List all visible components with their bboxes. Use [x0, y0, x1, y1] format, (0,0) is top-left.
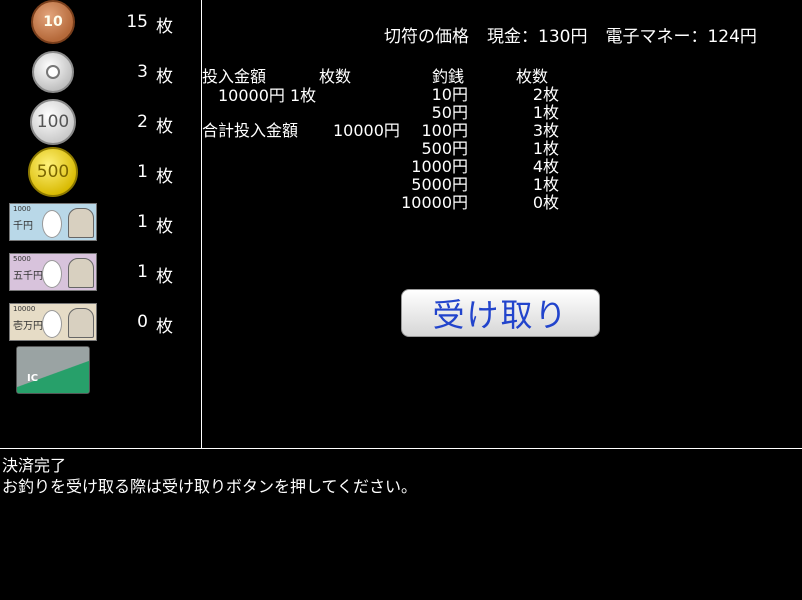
count-unit: 枚 [156, 117, 173, 137]
wallet-row-100-yen: 100 2 枚 [0, 99, 200, 150]
coin-count: 15 [126, 12, 148, 32]
wallet-row-500-yen: 500 1 枚 [0, 147, 200, 200]
cash-price: 現金：130円 [487, 27, 588, 47]
change-count: 1枚 [532, 103, 559, 122]
change-denom: 1000円 [411, 157, 468, 176]
count-unit: 枚 [156, 67, 173, 87]
coin-count: 1 [137, 162, 148, 182]
total-inserted-label: 合計投入金額 [202, 121, 299, 140]
note-count: 0 [137, 312, 148, 332]
wallet-row-10000-yen: 10000 壱万円 0 枚 [0, 300, 200, 350]
note-count: 1 [137, 262, 148, 282]
10-yen-coin-icon[interactable]: 10 [6, 0, 100, 44]
ticket-price: 切符の価格 現金：130円 電子マネー：124円 [384, 22, 757, 47]
50-yen-coin-icon[interactable] [6, 50, 100, 94]
wallet-row-5000-yen: 5000 五千円 1 枚 [0, 250, 200, 300]
change-count-header: 枚数 [516, 67, 549, 86]
wallet-row-10-yen: 10 15 枚 [0, 0, 200, 50]
5000-yen-note-icon[interactable]: 5000 五千円 [6, 250, 100, 294]
change-denom: 50円 [431, 103, 468, 122]
change-denom-header: 釣銭 [432, 67, 465, 86]
1000-yen-note-icon[interactable]: 1000 千円 [6, 200, 100, 244]
wallet-row-ic-card: IC [0, 346, 200, 398]
receive-button[interactable]: 受け取り [401, 289, 600, 337]
100-yen-coin-icon[interactable]: 100 [6, 99, 100, 145]
coin-count: 2 [137, 112, 148, 132]
wallet-row-1000-yen: 1000 千円 1 枚 [0, 200, 200, 250]
coin-count: 3 [137, 62, 148, 82]
change-denom: 5000円 [411, 175, 468, 194]
count-unit: 枚 [156, 167, 173, 187]
inserted-count-header: 枚数 [319, 67, 352, 86]
change-count: 1枚 [532, 175, 559, 194]
change-count: 3枚 [532, 121, 559, 140]
note-count: 1 [137, 212, 148, 232]
change-count: 0枚 [532, 193, 559, 212]
wallet-row-50-yen: 3 枚 [0, 50, 200, 100]
count-unit: 枚 [156, 17, 173, 37]
change-denom: 10000円 [401, 193, 468, 212]
status-message: 決済完了 [2, 456, 67, 475]
inserted-line: 10000円 1枚 [218, 86, 317, 105]
500-yen-coin-icon[interactable]: 500 [6, 147, 100, 197]
change-count: 1枚 [532, 139, 559, 158]
count-unit: 枚 [156, 267, 173, 287]
inserted-amount-header: 投入金額 [202, 67, 267, 86]
horizontal-divider [0, 448, 802, 449]
change-denom: 100円 [421, 121, 468, 140]
change-count: 2枚 [532, 85, 559, 104]
count-unit: 枚 [156, 317, 173, 337]
price-label: 切符の価格 [384, 27, 469, 47]
change-denom: 500円 [421, 139, 468, 158]
instruction-message: お釣りを受け取る際は受け取りボタンを押してください。 [2, 477, 418, 496]
change-count: 4枚 [532, 157, 559, 176]
emoney-price: 電子マネー：124円 [605, 27, 757, 47]
ic-card-icon[interactable]: IC [6, 346, 100, 394]
10000-yen-note-icon[interactable]: 10000 壱万円 [6, 300, 100, 344]
count-unit: 枚 [156, 217, 173, 237]
change-denom: 10円 [431, 85, 468, 104]
